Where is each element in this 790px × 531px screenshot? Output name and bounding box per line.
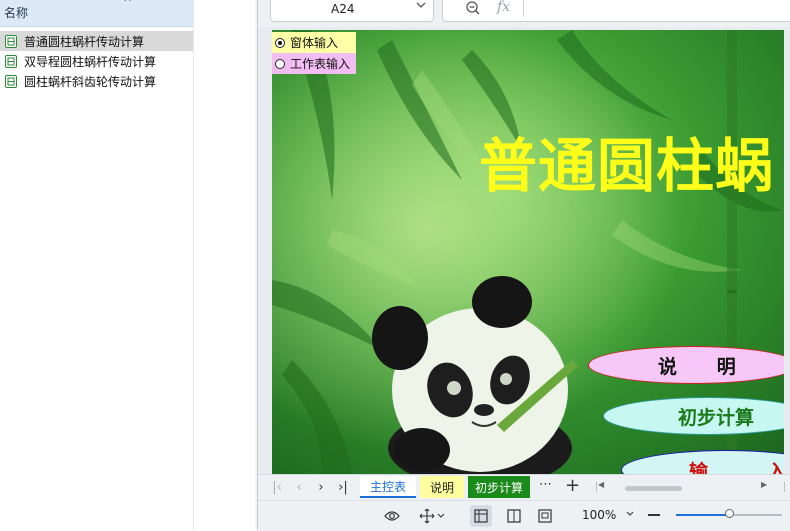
page-break-icon[interactable]	[534, 505, 556, 527]
next-sheet-icon[interactable]: ›	[312, 477, 330, 497]
tab-main-control[interactable]: 主控表	[360, 476, 416, 498]
tab-divider	[784, 482, 785, 492]
sheet-title: 普通圆柱蜗	[479, 132, 775, 200]
add-sheet-button[interactable]: +	[565, 475, 580, 496]
spreadsheet-file-icon	[5, 54, 17, 68]
tab-instructions[interactable]: 说明	[420, 476, 464, 498]
tab-divider	[596, 482, 597, 492]
last-sheet-icon[interactable]: ›|	[334, 477, 352, 497]
fx-icon[interactable]: fx	[497, 0, 510, 15]
scroll-thumb[interactable]	[625, 486, 682, 491]
file-panel-header[interactable]: 名称 ^	[0, 0, 193, 27]
formula-bar[interactable]: fx	[442, 0, 790, 22]
spreadsheet-window: A24 fx 窗体输入 工作表输入 普通圆柱蜗 说 明 初步计算 输 入 |‹ …	[257, 0, 790, 531]
chevron-up-icon[interactable]: ^	[123, 0, 132, 9]
zoom-slider-fill	[676, 514, 729, 516]
file-item-label: 普通圆柱蜗杆传动计算	[24, 34, 145, 49]
status-bar: 100%	[258, 500, 790, 531]
radio-label: 工作表输入	[290, 57, 351, 71]
instructions-button[interactable]: 说 明	[588, 346, 784, 384]
normal-view-icon[interactable]	[470, 505, 492, 527]
formula-separator	[523, 0, 524, 17]
column-header-name[interactable]: 名称	[4, 4, 28, 21]
scroll-left-icon[interactable]: ◀	[598, 480, 604, 489]
cell-reference: A24	[331, 2, 355, 16]
prev-sheet-icon[interactable]: ‹	[290, 477, 308, 497]
horizontal-scrollbar[interactable]: ◀ ▶	[598, 480, 773, 491]
file-item[interactable]: 普通圆柱蜗杆传动计算	[0, 31, 193, 51]
zoom-out-icon[interactable]	[465, 0, 481, 16]
chevron-down-icon[interactable]	[625, 506, 635, 520]
scroll-right-icon[interactable]: ▶	[761, 480, 767, 489]
move-icon[interactable]	[417, 505, 449, 527]
zoom-slider-handle[interactable]	[724, 509, 734, 518]
more-sheets-icon[interactable]: ⋯	[539, 477, 552, 492]
file-item-label: 圆柱蜗杆斜齿轮传动计算	[24, 74, 157, 89]
chevron-down-icon[interactable]	[414, 0, 428, 12]
radio-form-input[interactable]: 窗体输入	[272, 32, 356, 53]
radio-label: 窗体输入	[290, 36, 339, 50]
file-item-label: 双导程圆柱蜗杆传动计算	[24, 54, 157, 69]
zoom-level[interactable]: 100%	[582, 508, 616, 522]
first-sheet-icon[interactable]: |‹	[268, 477, 286, 497]
radio-unchecked-icon[interactable]	[275, 58, 285, 69]
radio-checked-icon[interactable]	[275, 37, 285, 48]
file-panel: 名称 ^ 普通圆柱蜗杆传动计算 双导程圆柱蜗杆传动计算 圆柱蜗杆斜齿轮传动计算	[0, 0, 194, 530]
name-box[interactable]: A24	[270, 0, 434, 22]
worksheet-canvas[interactable]: 窗体输入 工作表输入 普通圆柱蜗 说 明 初步计算 输 入	[272, 30, 784, 474]
page-layout-icon[interactable]	[503, 505, 525, 527]
eye-icon[interactable]	[381, 505, 403, 527]
file-item[interactable]: 双导程圆柱蜗杆传动计算	[0, 51, 193, 71]
file-list: 普通圆柱蜗杆传动计算 双导程圆柱蜗杆传动计算 圆柱蜗杆斜齿轮传动计算	[0, 31, 193, 91]
sheet-tab-bar: |‹ ‹ › ›| 主控表 说明 初步计算 ⋯ + ◀ ▶	[258, 474, 790, 500]
file-item[interactable]: 圆柱蜗杆斜齿轮传动计算	[0, 71, 193, 91]
radio-sheet-input[interactable]: 工作表输入	[272, 53, 356, 74]
zoom-out-button[interactable]	[648, 514, 660, 516]
tab-preliminary-calc[interactable]: 初步计算	[468, 476, 530, 498]
formula-row: A24 fx	[258, 0, 790, 27]
spreadsheet-file-icon	[5, 34, 17, 48]
spreadsheet-file-icon	[5, 74, 17, 88]
desktop-gap	[194, 0, 257, 530]
